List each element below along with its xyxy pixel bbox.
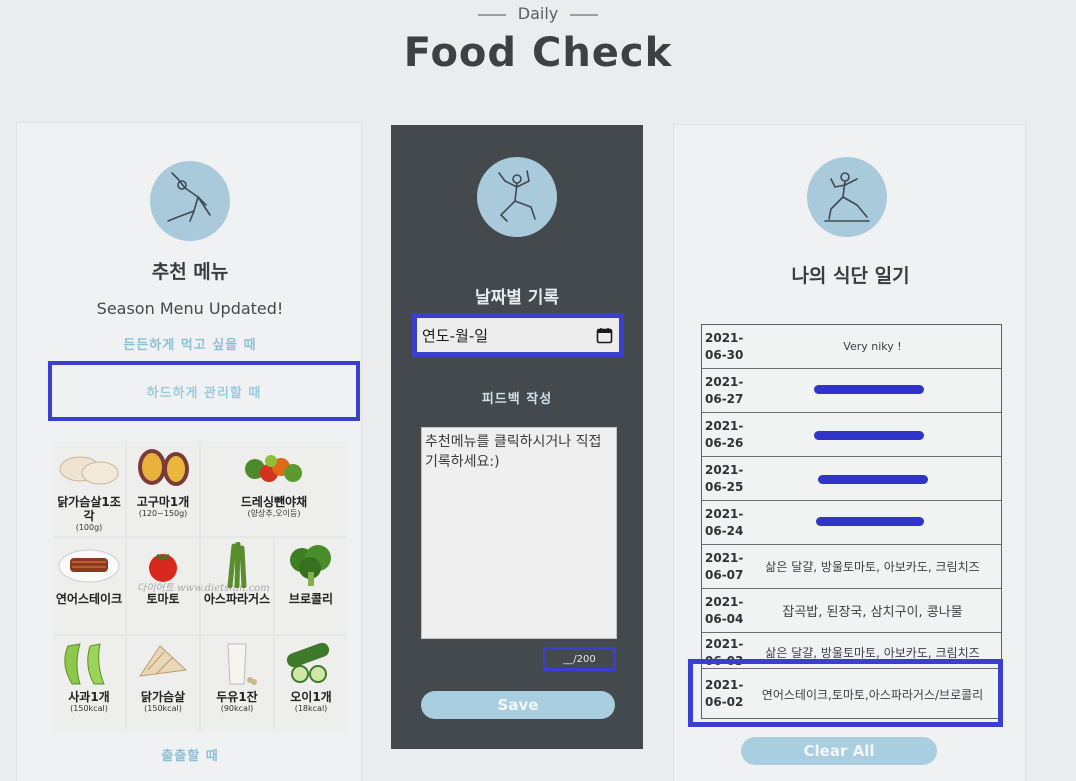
sliced-chicken-icon	[138, 644, 188, 677]
entry-date: 2021-06-25	[705, 462, 744, 494]
entry-meal: Very niky !	[843, 340, 902, 353]
salad-vegetables-icon	[245, 455, 302, 482]
entry-date: 2021-06-07	[705, 550, 744, 582]
entry-meal: 삶은 달걀, 방울토마토, 아보카도, 크림치즈	[765, 646, 980, 660]
food-item[interactable]: 드레싱뺀야채 (양상추,오이등)	[201, 441, 347, 537]
apple-slices-icon	[64, 643, 105, 685]
food-item[interactable]: 연어스테이크	[53, 538, 125, 634]
food-diary-title: 나의 식단 일기	[791, 265, 910, 287]
calendar-icon[interactable]	[596, 327, 613, 344]
stretching-pose-icon	[807, 157, 887, 237]
entry-meal: 잡곡밥, 된장국, 삼치구이, 콩나물	[782, 605, 963, 620]
list-item[interactable]: 2021-06-24	[702, 501, 1001, 545]
daily-record-title: 날짜별 기록	[474, 288, 560, 308]
list-item[interactable]: 2021-06-04 잡곡밥, 된장국, 삼치구이, 콩나물	[702, 589, 1001, 633]
entry-date: 2021-06-26	[705, 418, 744, 450]
food-item[interactable]: 오이1개 (18kcal)	[275, 635, 347, 731]
yoga-pose-icon	[477, 157, 557, 237]
selected-entry-highlight	[688, 659, 1003, 727]
yoga-pose-icon	[150, 161, 230, 241]
date-input[interactable]: 연도-월-일	[412, 313, 624, 357]
header-subtitle: Daily	[0, 4, 1076, 23]
list-item[interactable]: 2021-06-26	[702, 413, 1001, 457]
sweet-potato-icon	[138, 449, 189, 486]
salmon-steak-icon	[58, 549, 120, 583]
food-item[interactable]: 닭가슴살 (150kcal)	[127, 635, 199, 731]
menu-strict-link[interactable]: 하드하게 관리할 때	[48, 361, 360, 421]
feedback-textarea[interactable]: 추천메뉴를 클릭하시거나 직접 기록하세요:)	[421, 427, 617, 639]
recommended-menu-panel: 추천 메뉴 Season Menu Updated! 든든하게 먹고 싶을 때 …	[16, 122, 362, 781]
entry-meal: 삶은 달걀, 방울토마토, 아보카도, 크림치즈	[765, 560, 980, 574]
entry-date: 2021-06-27	[705, 374, 744, 406]
list-item[interactable]: 2021-06-27	[702, 369, 1001, 413]
char-counter: __/200	[543, 647, 616, 671]
entry-date: 2021-06-30	[705, 330, 744, 362]
entry-date: 2021-06-24	[705, 506, 744, 538]
list-item[interactable]: 2021-06-07 삶은 달걀, 방울토마토, 아보카도, 크림치즈	[702, 545, 1001, 589]
cucumber-icon	[286, 642, 330, 683]
food-item[interactable]: 두유1잔 (90kcal)	[201, 635, 273, 731]
entry-date: 2021-06-04	[705, 594, 744, 626]
redaction-mark	[816, 517, 924, 526]
chicken-breast-icon	[59, 456, 119, 485]
daily-record-panel: 날짜별 기록 연도-월-일 피드백 작성 추천메뉴를 클릭하시거나 직접 기록하…	[391, 125, 643, 749]
season-menu-subtitle: Season Menu Updated!	[96, 299, 284, 318]
food-item[interactable]: 사과1개 (150kcal)	[53, 635, 125, 731]
food-diary-panel: 나의 식단 일기 2021-06-30 Very niky ! 2021-06-…	[673, 124, 1026, 781]
recommended-menu-title: 추천 메뉴	[151, 261, 229, 283]
clear-all-button[interactable]: Clear All	[741, 737, 937, 765]
save-button[interactable]: Save	[421, 691, 615, 719]
redaction-mark	[818, 475, 928, 484]
food-item[interactable]: 브로콜리	[275, 538, 347, 634]
soy-milk-glass-icon	[227, 643, 257, 685]
list-item[interactable]: 2021-06-25	[702, 457, 1001, 501]
redaction-mark	[814, 431, 924, 440]
watermark: 다이어트 www.dietshin.com	[137, 583, 270, 594]
food-item[interactable]: 닭가슴살1조각 (100g)	[53, 441, 125, 537]
feedback-label: 피드백 작성	[481, 392, 553, 407]
menu-hearty-link[interactable]: 든든하게 먹고 싶을 때	[17, 334, 363, 353]
page-title: Food Check	[403, 30, 673, 76]
food-item[interactable]: 고구마1개 (120~150g)	[127, 441, 199, 537]
list-item[interactable]: 2021-06-30 Very niky !	[702, 325, 1001, 369]
menu-snack-link[interactable]: 출출할 때	[17, 745, 363, 764]
broccoli-icon	[290, 545, 331, 587]
redaction-mark	[814, 385, 924, 394]
date-placeholder: 연도-월-일	[422, 326, 489, 345]
